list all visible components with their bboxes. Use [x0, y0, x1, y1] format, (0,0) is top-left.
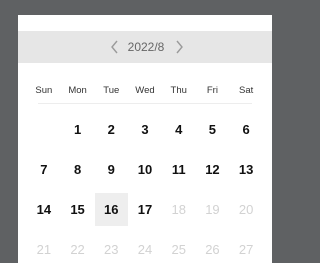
- day-cell[interactable]: 9: [94, 149, 128, 189]
- day-number: 15: [70, 201, 85, 217]
- day-number: 21: [36, 241, 52, 257]
- day-number: 4: [175, 121, 183, 137]
- divider: [38, 103, 252, 104]
- day-cell[interactable]: 12: [196, 149, 230, 189]
- day-cell[interactable]: 18: [162, 189, 196, 229]
- day-number: 8: [73, 161, 82, 177]
- day-cell[interactable]: 22: [61, 229, 95, 263]
- day-cell[interactable]: 23: [94, 229, 128, 263]
- day-cell[interactable]: 26: [196, 229, 230, 263]
- day-number: [27, 113, 60, 146]
- day-number: 24: [137, 241, 153, 257]
- day-cell[interactable]: 3: [128, 109, 162, 149]
- day-cell[interactable]: 20: [229, 189, 263, 229]
- day-number: 7: [40, 161, 48, 177]
- day-number: 10: [137, 161, 153, 177]
- day-number: 1: [73, 121, 82, 137]
- day-number: 23: [104, 241, 119, 257]
- day-number: 25: [171, 241, 186, 257]
- day-cell[interactable]: 15: [61, 189, 95, 229]
- day-number: 5: [208, 121, 217, 137]
- day-number: 22: [70, 241, 85, 257]
- chevron-right-icon: [176, 40, 183, 54]
- calendar-header: 2022/8: [18, 31, 272, 63]
- day-number: 9: [107, 161, 115, 177]
- day-number: 18: [171, 201, 186, 217]
- weekday-label: Fri: [206, 85, 218, 96]
- day-cell[interactable]: 8: [61, 149, 95, 189]
- weekday-label: Thu: [170, 85, 187, 96]
- day-number: 14: [36, 201, 52, 217]
- day-number: 26: [205, 241, 220, 257]
- day-number: 16: [94, 192, 128, 226]
- day-number: 27: [238, 241, 254, 257]
- chevron-left-icon: [111, 40, 118, 54]
- day-cell[interactable]: 27: [229, 229, 263, 263]
- day-number: 17: [137, 201, 153, 217]
- day-cell[interactable]: 4: [162, 109, 196, 149]
- empty-day-cell: [27, 109, 61, 149]
- next-month-button[interactable]: [168, 31, 190, 63]
- day-cell[interactable]: 11: [162, 149, 196, 189]
- day-cell[interactable]: 14: [27, 189, 61, 229]
- day-number: 12: [205, 161, 220, 177]
- weekday-header-row: Sun Mon Tue Wed Thu Fri Sat: [27, 83, 263, 99]
- weekday-label: Wed: [135, 85, 155, 96]
- day-cell[interactable]: 5: [196, 109, 230, 149]
- weekday-label: Mon: [68, 85, 87, 96]
- day-cell[interactable]: 1: [61, 109, 95, 149]
- day-cell[interactable]: 19: [196, 189, 230, 229]
- weekday-label: Sat: [239, 85, 254, 96]
- day-cell[interactable]: 16: [94, 189, 128, 229]
- month-label: 2022/8: [127, 40, 165, 54]
- day-cell[interactable]: 24: [128, 229, 162, 263]
- day-cell[interactable]: 21: [27, 229, 61, 263]
- day-cell[interactable]: 10: [128, 149, 162, 189]
- day-number: 20: [238, 201, 254, 217]
- day-cell[interactable]: 25: [162, 229, 196, 263]
- day-number: 19: [205, 201, 220, 217]
- day-number: 2: [107, 121, 115, 137]
- day-number: 11: [171, 161, 186, 177]
- weekday-label: Sun: [35, 85, 53, 96]
- day-cell[interactable]: 2: [94, 109, 128, 149]
- day-number: 6: [242, 121, 250, 137]
- weekday-label: Tue: [103, 85, 120, 96]
- day-cell[interactable]: 13: [229, 149, 263, 189]
- day-cell[interactable]: 17: [128, 189, 162, 229]
- day-grid: 1 2 3 4 5 6 7 8 9 10 11 12 13 14 15 16 17 18 19 20 21 22 23 24 2…: [27, 109, 263, 263]
- day-cell[interactable]: 7: [27, 149, 61, 189]
- day-cell[interactable]: 6: [229, 109, 263, 149]
- day-number: 3: [141, 121, 149, 137]
- day-number: 13: [238, 161, 254, 177]
- date-picker-panel: 2022/8 Sun Mon Tue Wed Thu Fri Sat 12345…: [18, 15, 272, 263]
